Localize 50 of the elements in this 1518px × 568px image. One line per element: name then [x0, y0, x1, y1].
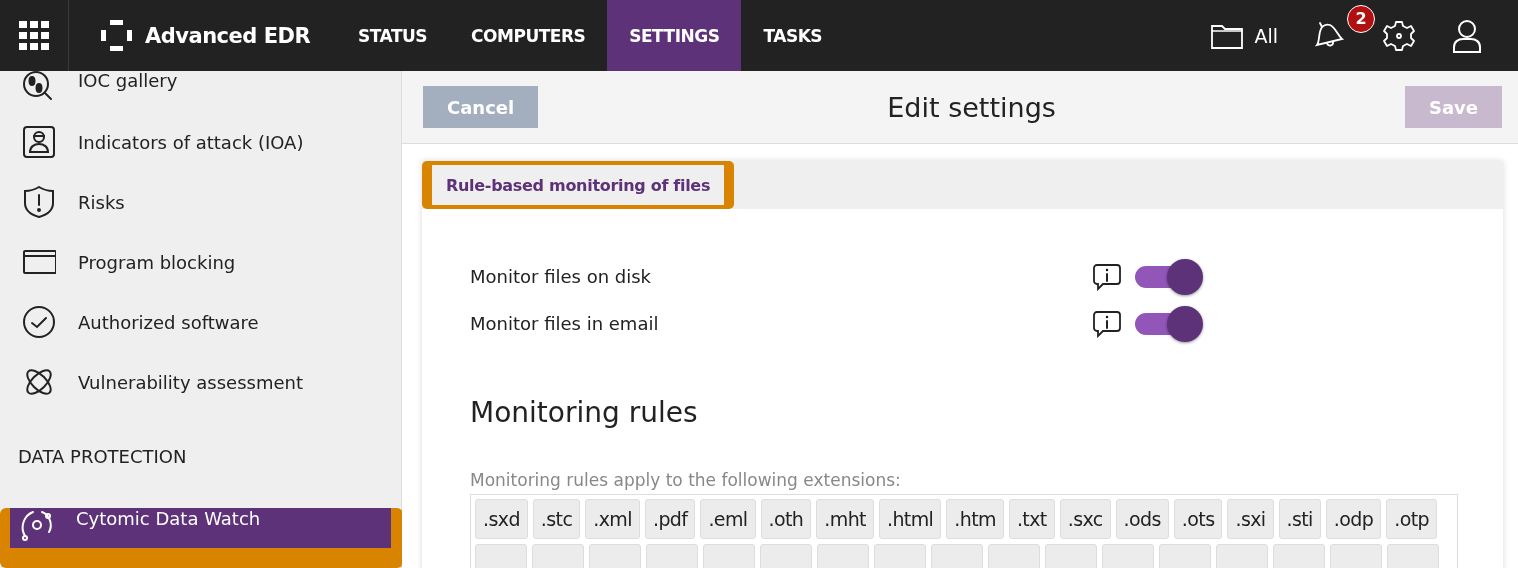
extension-tag: .xml — [585, 499, 640, 539]
extension-tag: .sti — [1278, 499, 1321, 539]
notification-count: 2 — [1347, 4, 1375, 33]
extension-tag: .oth — [760, 499, 812, 539]
extension-tag: .mht — [816, 499, 874, 539]
nav-tab[interactable]: TASKS — [741, 0, 845, 71]
person-badge-icon — [22, 125, 56, 159]
toggle-switch[interactable] — [1135, 257, 1203, 296]
hint-text: Monitoring rules apply to the following extensions: — [470, 470, 902, 490]
extension-tag: .txt — [1008, 499, 1055, 539]
product-name: Advanced EDR — [145, 23, 311, 48]
orbit-icon — [20, 508, 54, 542]
info-bubble-icon[interactable] — [1092, 309, 1122, 338]
settings-icon[interactable] — [1382, 18, 1416, 53]
extension-tag: .ods — [1115, 499, 1169, 539]
page-title: Edit settings — [887, 91, 1056, 123]
extension-tag: .sxc — [1059, 499, 1111, 539]
nav-tab[interactable]: STATUS — [336, 0, 450, 71]
logo-icon — [101, 19, 133, 52]
setting-label: Monitor files on disk — [470, 266, 653, 287]
apps-grid-icon[interactable] — [19, 21, 49, 50]
extension-tag: .eml — [700, 499, 756, 539]
extension-tag: .sxi — [1227, 499, 1274, 539]
toggle-switch[interactable] — [1135, 304, 1203, 343]
sidebar-item[interactable]: Program blocking — [0, 232, 401, 292]
section-heading: DATA PROTECTION — [17, 445, 188, 469]
extension-tag: .pdf — [644, 499, 696, 539]
user-icon[interactable] — [1452, 18, 1482, 53]
extension-tag: .stc — [532, 499, 581, 539]
extension-tag: .htm — [946, 499, 1004, 539]
extension-tag: .odp — [1325, 499, 1382, 539]
filter-button[interactable]: All — [1210, 21, 1278, 50]
section-tab[interactable]: Rule-based monitoring of files — [432, 165, 725, 205]
shield-alert-icon — [22, 185, 56, 219]
extension-tag: .ots — [1173, 499, 1223, 539]
extension-tag: .html — [878, 499, 942, 539]
check-circle-icon — [22, 305, 56, 339]
sidebar-item[interactable]: Cytomic Data Watch — [10, 508, 391, 548]
sidebar-item[interactable]: Vulnerability assessment — [0, 352, 401, 412]
sidebar-item[interactable]: Indicators of attack (IOA) — [0, 112, 401, 172]
info-bubble-icon[interactable] — [1092, 262, 1122, 291]
sidebar-item[interactable]: Risks — [0, 172, 401, 232]
sidebar-item[interactable]: Authorized software — [0, 292, 401, 352]
nav-tab[interactable]: COMPUTERS — [449, 0, 608, 71]
extension-tag: .otp — [1386, 499, 1437, 539]
extension-tag: .sxd — [475, 499, 528, 539]
sidebar-item[interactable]: IOC gallery — [0, 71, 401, 112]
nav-tab[interactable]: SETTINGS — [607, 0, 742, 71]
setting-label: Monitor files in email — [470, 313, 660, 334]
section-heading: Monitoring rules — [470, 396, 699, 431]
